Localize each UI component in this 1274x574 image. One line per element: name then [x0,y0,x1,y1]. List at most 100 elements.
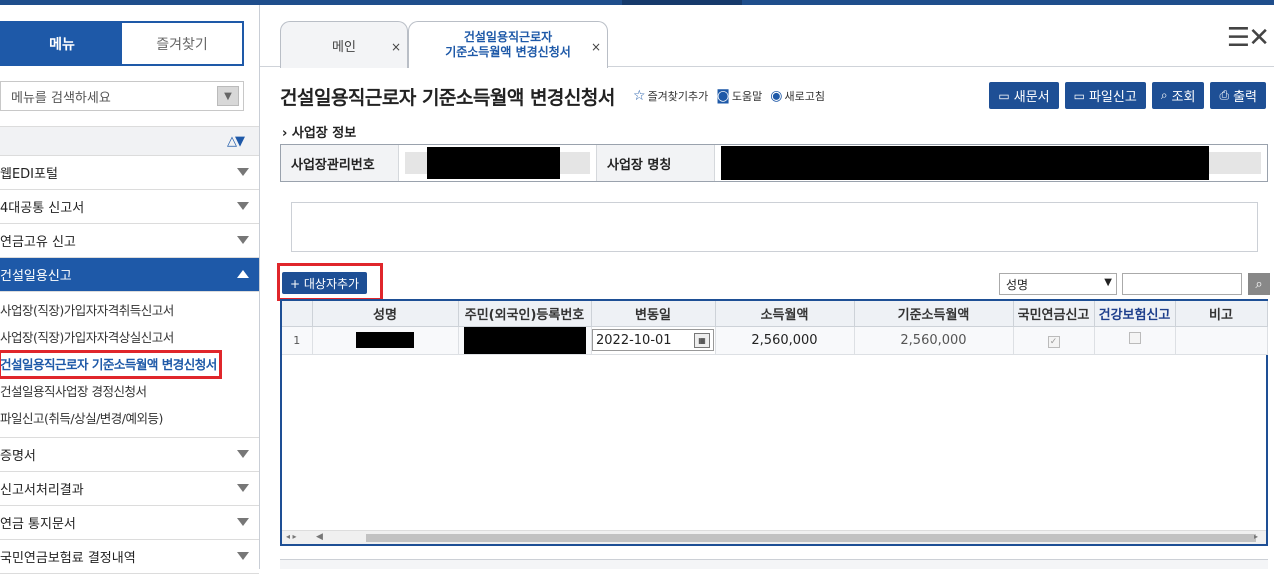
table-row[interactable]: 1 2022-10-01 ▦ 2,560,000 2,560,000 ✓ [282,326,1268,355]
print-label: 출력 [1233,90,1257,105]
sidebar-item-label: 증명서 [0,449,36,464]
calendar-icon[interactable]: ▦ [694,332,710,348]
col-header-pension[interactable]: 국민연금신고 [1013,301,1095,327]
sidebar-item-label: 연금고유 신고 [0,235,76,250]
sidebar-item-construction[interactable]: 건설일용신고 [0,258,259,292]
col-header [282,301,313,327]
submenu-item-correction[interactable]: 건설일용직사업장 경정신청서 [0,377,259,404]
tab-main-label: 메인 [332,39,356,55]
submenu-item-loss[interactable]: 사업장(직장)가입자자격상실신고서 [0,323,259,350]
col-header-base-income[interactable]: 기준소득월액 [854,301,1014,327]
search-field-select[interactable]: 성명 ▼ [999,273,1117,295]
tab-label-line1: 건설일용직근로자 [463,30,553,44]
bottom-panel [280,559,1268,569]
sidebar-item-results[interactable]: 신고서처리결과 [0,472,259,506]
cell-income[interactable]: 2,560,000 [715,326,855,355]
menu-search-input[interactable]: 메뉴를 검색하세요 ▼ [0,81,244,111]
submenu-item-acquire[interactable]: 사업장(직장)가입자자격취득신고서 [0,296,259,323]
menu-collapse-controls: △▼ [0,126,259,156]
section-label: › 사업장 정보 [282,126,357,141]
hamburger-close-icon[interactable]: ☰✕ [1227,23,1270,53]
scroll-left-icon[interactable]: ◂ ▸ [286,532,297,541]
date-input[interactable]: 2022-10-01 ▦ [592,329,714,351]
input-shade [560,152,590,174]
search-button[interactable]: ⌕ 조회 [1151,82,1205,109]
sidebar-item-label: 신고서처리결과 [0,483,84,498]
print-button[interactable]: ⎙ 출력 [1210,82,1266,109]
new-doc-label: 새문서 [1013,90,1050,105]
highlight-box [277,263,383,301]
mgmt-no-value [399,145,597,181]
close-icon[interactable]: × [591,40,601,55]
sidebar-submenu: 사업장(직장)가입자자격취득신고서 사업장(직장)가입자자격상실신고서 건설일용… [0,292,259,438]
mgmt-no-label: 사업장관리번호 [281,145,399,181]
chevron-down-icon: ▼ [1104,277,1112,288]
input-shade [405,152,427,174]
col-header-name[interactable]: 성명 [312,301,459,327]
star-icon: ☆ [633,88,646,104]
page-title: 건설일용직근로자 기준소득월액 변경신청서 [280,87,615,109]
sidebar-item-certificate[interactable]: 증명서 [0,438,259,472]
sidebar-item-common[interactable]: 4대공통 신고서 [0,190,259,224]
col-header-rrn[interactable]: 주민(외국인)등록번호 [458,301,592,327]
cell-note[interactable] [1175,326,1268,355]
redacted-value [721,146,1209,180]
col-header-note[interactable]: 비고 [1175,301,1268,327]
sidebar-item-pension[interactable]: 연금고유 신고 [0,224,259,258]
cell-name[interactable] [312,326,459,355]
chevron-down-icon [237,484,249,492]
tab-income-change[interactable]: 건설일용직근로자 기준소득월액 변경신청서 × [408,21,608,68]
chevron-down-icon[interactable]: ▼ [217,86,239,106]
name-label: 사업장 명칭 [597,145,715,181]
close-icon[interactable]: × [391,40,401,54]
chevron-down-icon [237,450,249,458]
memo-area[interactable] [291,202,1258,252]
col-header-date[interactable]: 변동일 [591,301,716,327]
cell-rrn[interactable] [458,326,592,355]
health-checkbox[interactable] [1128,332,1141,344]
chevron-down-icon [237,518,249,526]
new-doc-button[interactable]: ▭ 새문서 [989,82,1059,109]
scroll-left-arrow-icon[interactable]: ◀ [316,532,323,542]
col-header-income[interactable]: 소득월액 [715,301,855,327]
sidebar-item-label: 4대공통 신고서 [0,201,85,216]
tab-main[interactable]: 메인 × [280,21,408,68]
grid-search-input[interactable] [1122,273,1242,295]
redacted-value [426,147,561,179]
file-report-button[interactable]: ▭ 파일신고 [1064,82,1146,109]
pension-checkbox[interactable]: ✓ [1047,335,1060,348]
refresh-link[interactable]: ◉ 새로고침 [770,88,825,104]
scrollbar-thumb[interactable] [366,534,1256,542]
sidebar-tabs: 메뉴 즐겨찾기 [0,21,244,66]
sidebar-item-notices[interactable]: 연금 통지문서 [0,506,259,540]
tab-favorites[interactable]: 즐겨찾기 [122,23,242,64]
expand-collapse-icon[interactable]: △▼ [227,134,245,149]
chevron-down-icon [237,552,249,560]
sidebar-item-label: 건설일용신고 [0,269,72,284]
horizontal-scrollbar[interactable]: ◂ ▸ ◀ ▸ [282,530,1266,544]
scroll-right-arrow-icon[interactable]: ▸ [1254,532,1258,541]
cell-date[interactable]: 2022-10-01 ▦ [591,326,716,355]
cell-health [1094,326,1176,355]
col-header-health[interactable]: 건강보험신고 [1094,301,1176,327]
redacted-value [463,326,586,354]
highlight-box [0,350,222,379]
sidebar-item-webedi[interactable]: 웹EDI포털 [0,156,259,190]
refresh-label: 새로고침 [784,90,825,103]
name-value [715,145,1267,181]
chevron-up-icon [237,270,249,278]
main-content: 건설일용직근로자 기준소득월액 변경신청서 ☆ 즐겨찾기추가 ◙ 도움말 ◉ 새로고침… [260,67,1274,569]
file-report-label: 파일신고 [1088,90,1137,105]
help-link[interactable]: ◙ 도움말 [716,88,762,104]
input-shade [1209,152,1261,174]
tab-label-line2: 기준소득월액 변경신청서 [445,45,571,59]
page-links: ☆ 즐겨찾기추가 ◙ 도움말 ◉ 새로고침 [633,88,825,104]
submenu-item-file-report[interactable]: 파일신고(취득/상실/변경/예외등) [0,404,259,431]
fav-add-link[interactable]: ☆ 즐겨찾기추가 [633,88,708,104]
submenu-item-income-change[interactable]: 건설일용직근로자 기준소득월액 변경신청서 [0,350,259,379]
book-icon: ◙ [716,88,730,104]
search-icon[interactable]: ⌕ [1248,273,1270,295]
sidebar-item-label: 국민연금보험료 결정내역 [0,551,136,566]
tab-menu[interactable]: 메뉴 [2,23,122,64]
chevron-down-icon [237,236,249,244]
